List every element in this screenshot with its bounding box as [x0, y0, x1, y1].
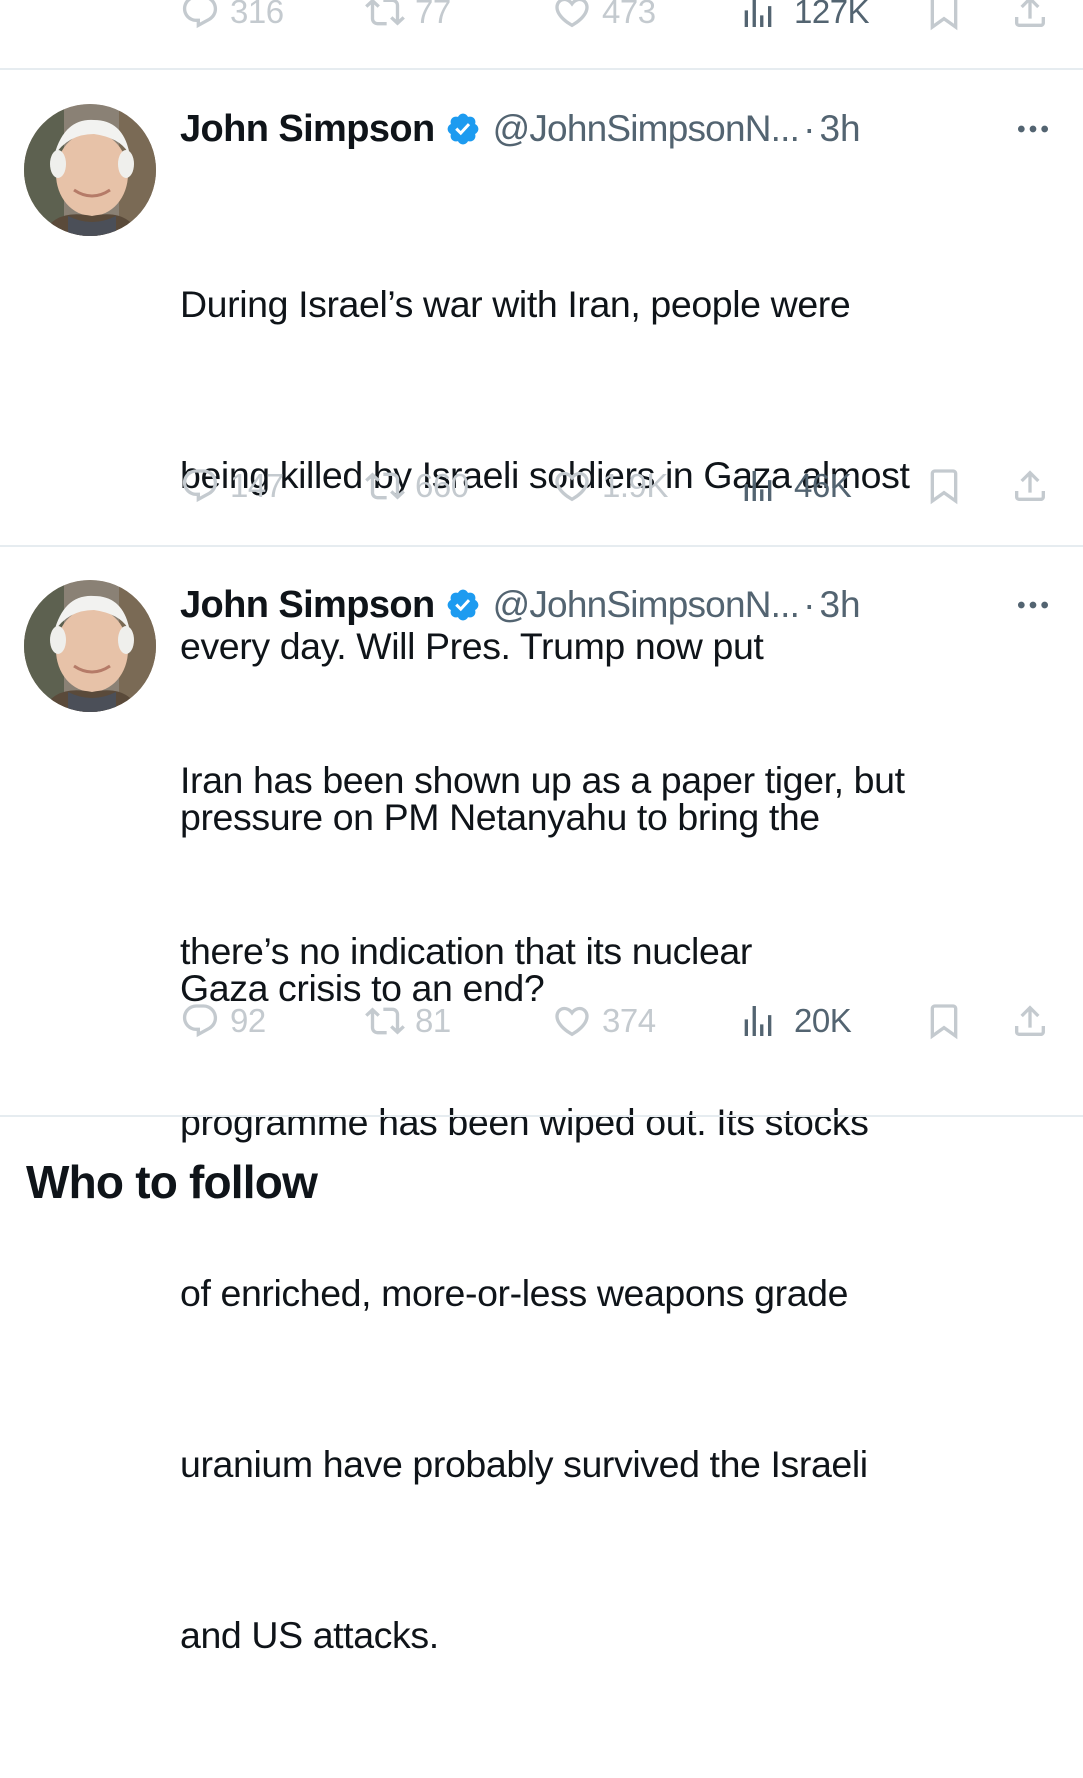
bookmark-icon [930, 1004, 958, 1040]
author-name[interactable]: John Simpson [180, 584, 435, 627]
previous-tweet-action-bar: 316 77 473 127K [0, 0, 1083, 36]
repost-icon [365, 1007, 405, 1035]
more-options-button[interactable] [1010, 580, 1056, 630]
avatar-photo [24, 580, 156, 712]
separator-dot: · [803, 108, 816, 149]
views-count: 46K [794, 467, 852, 504]
repost-button[interactable]: 660 [365, 462, 469, 510]
tweet-text-line: and US attacks. [180, 1614, 439, 1656]
more-icon [1018, 125, 1048, 133]
views-count: 127K [794, 0, 870, 30]
repost-icon [365, 0, 405, 26]
bookmark-button[interactable] [924, 462, 964, 510]
reply-button[interactable]: 92 [180, 997, 266, 1045]
verified-badge-icon [447, 589, 478, 621]
more-options-button[interactable] [1010, 104, 1056, 154]
like-count: 473 [602, 0, 656, 30]
views-chart-icon [744, 471, 772, 501]
avatar-photo [24, 104, 156, 236]
repost-count: 81 [415, 1002, 451, 1039]
share-icon [1015, 1005, 1045, 1036]
bookmark-icon [930, 0, 958, 31]
views-button[interactable]: 127K [738, 0, 870, 36]
heart-icon [555, 1006, 589, 1037]
share-button[interactable] [1010, 462, 1050, 510]
views-chart-icon [744, 0, 772, 27]
tweet-divider [0, 68, 1083, 70]
author-name[interactable]: John Simpson [180, 108, 435, 151]
separator-dot: · [803, 584, 816, 625]
who-to-follow-heading: Who to follow [26, 1156, 318, 1208]
reply-button[interactable]: 316 [180, 0, 284, 36]
repost-button[interactable]: 77 [365, 0, 451, 36]
bookmark-icon [930, 469, 958, 505]
tweet-text-line: uranium have probably survived the Israe… [180, 1443, 868, 1485]
like-count: 1.9K [602, 467, 668, 504]
share-icon [1015, 470, 1045, 501]
views-chart-icon [744, 1006, 772, 1036]
bookmark-button[interactable] [924, 0, 964, 36]
reply-count: 316 [230, 0, 284, 30]
repost-button[interactable]: 81 [365, 997, 451, 1045]
reply-count: 147 [230, 467, 284, 504]
repost-icon [365, 472, 405, 500]
tweet[interactable]: John Simpson @JohnSimpsonN... · 3h Durin… [0, 104, 1083, 1009]
tweet-timestamp[interactable]: 3h [819, 108, 860, 150]
avatar[interactable] [24, 104, 156, 236]
reply-count: 92 [230, 1002, 266, 1039]
like-button[interactable]: 1.9K [552, 462, 668, 510]
tweet-text-line: there’s no indication that its nuclear [180, 930, 752, 972]
tweet-divider [0, 545, 1083, 547]
reply-icon [182, 0, 218, 29]
repost-count: 660 [415, 467, 469, 504]
section-divider [0, 1115, 1083, 1117]
bookmark-button[interactable] [924, 997, 964, 1045]
verified-badge-icon [447, 113, 478, 145]
more-icon [1018, 601, 1048, 609]
tweet-text-line: Iran has been shown up as a paper tiger,… [180, 759, 905, 801]
reply-button[interactable]: 147 [180, 462, 284, 510]
views-button[interactable]: 46K [738, 462, 852, 510]
share-icon [1015, 0, 1045, 27]
repost-count: 77 [415, 0, 451, 30]
reply-icon [182, 1004, 218, 1038]
avatar[interactable] [24, 580, 156, 712]
timeline: 316 77 473 127K John Simpson @JohnSimpso… [0, 0, 1083, 1656]
like-button[interactable]: 374 [552, 997, 656, 1045]
like-button[interactable]: 473 [552, 0, 656, 36]
share-button[interactable] [1010, 997, 1050, 1045]
reply-icon [182, 469, 218, 503]
share-button[interactable] [1010, 0, 1050, 36]
tweet-text-line: programme has been wiped out. Its stocks [180, 1101, 869, 1143]
tweet-text-line: During Israel’s war with Iran, people we… [180, 283, 851, 325]
views-count: 20K [794, 1002, 852, 1039]
tweet-header: John Simpson @JohnSimpsonN... · 3h [180, 104, 1060, 154]
author-handle[interactable]: @JohnSimpsonN... [493, 108, 800, 150]
tweet-timestamp[interactable]: 3h [819, 584, 860, 626]
views-button[interactable]: 20K [738, 997, 852, 1045]
tweet-action-bar: 92 81 374 20K [0, 997, 1083, 1045]
tweet-action-bar: 147 660 1.9K 46K [0, 462, 1083, 510]
like-count: 374 [602, 1002, 656, 1039]
tweet-header: John Simpson @JohnSimpsonN... · 3h [180, 580, 1060, 630]
heart-icon [555, 471, 589, 502]
heart-icon [555, 0, 589, 28]
tweet-text-line: of enriched, more-or-less weapons grade [180, 1272, 849, 1314]
author-handle[interactable]: @JohnSimpsonN... [493, 584, 800, 626]
